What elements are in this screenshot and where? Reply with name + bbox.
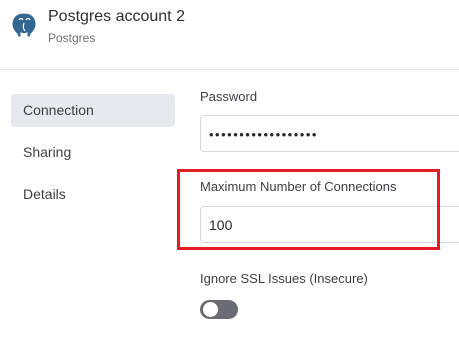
password-value: •••••••••••••••••• [209, 127, 318, 142]
password-label: Password [200, 89, 258, 104]
max-connections-input[interactable]: 100 [200, 206, 459, 243]
sidebar-item-details[interactable]: Details [11, 178, 175, 211]
toggle-knob [203, 302, 218, 317]
ignore-ssl-toggle[interactable] [200, 300, 238, 319]
sidebar-item-sharing[interactable]: Sharing [11, 136, 175, 169]
header-divider [0, 69, 459, 70]
ignore-ssl-label: Ignore SSL Issues (Insecure) [200, 271, 368, 286]
credential-title: Postgres account 2 [48, 8, 185, 25]
sidebar-item-label: Details [23, 186, 66, 202]
max-connections-label: Maximum Number of Connections [200, 179, 397, 194]
credential-type: Postgres [48, 31, 96, 45]
postgres-elephant-icon [11, 12, 37, 38]
max-connections-value: 100 [209, 217, 233, 233]
sidebar-item-connection[interactable]: Connection [11, 94, 175, 127]
password-input[interactable]: •••••••••••••••••• [200, 115, 459, 152]
sidebar-item-label: Connection [23, 102, 94, 118]
sidebar-item-label: Sharing [23, 144, 72, 160]
credential-header: Postgres account 2 Postgres [0, 0, 459, 70]
